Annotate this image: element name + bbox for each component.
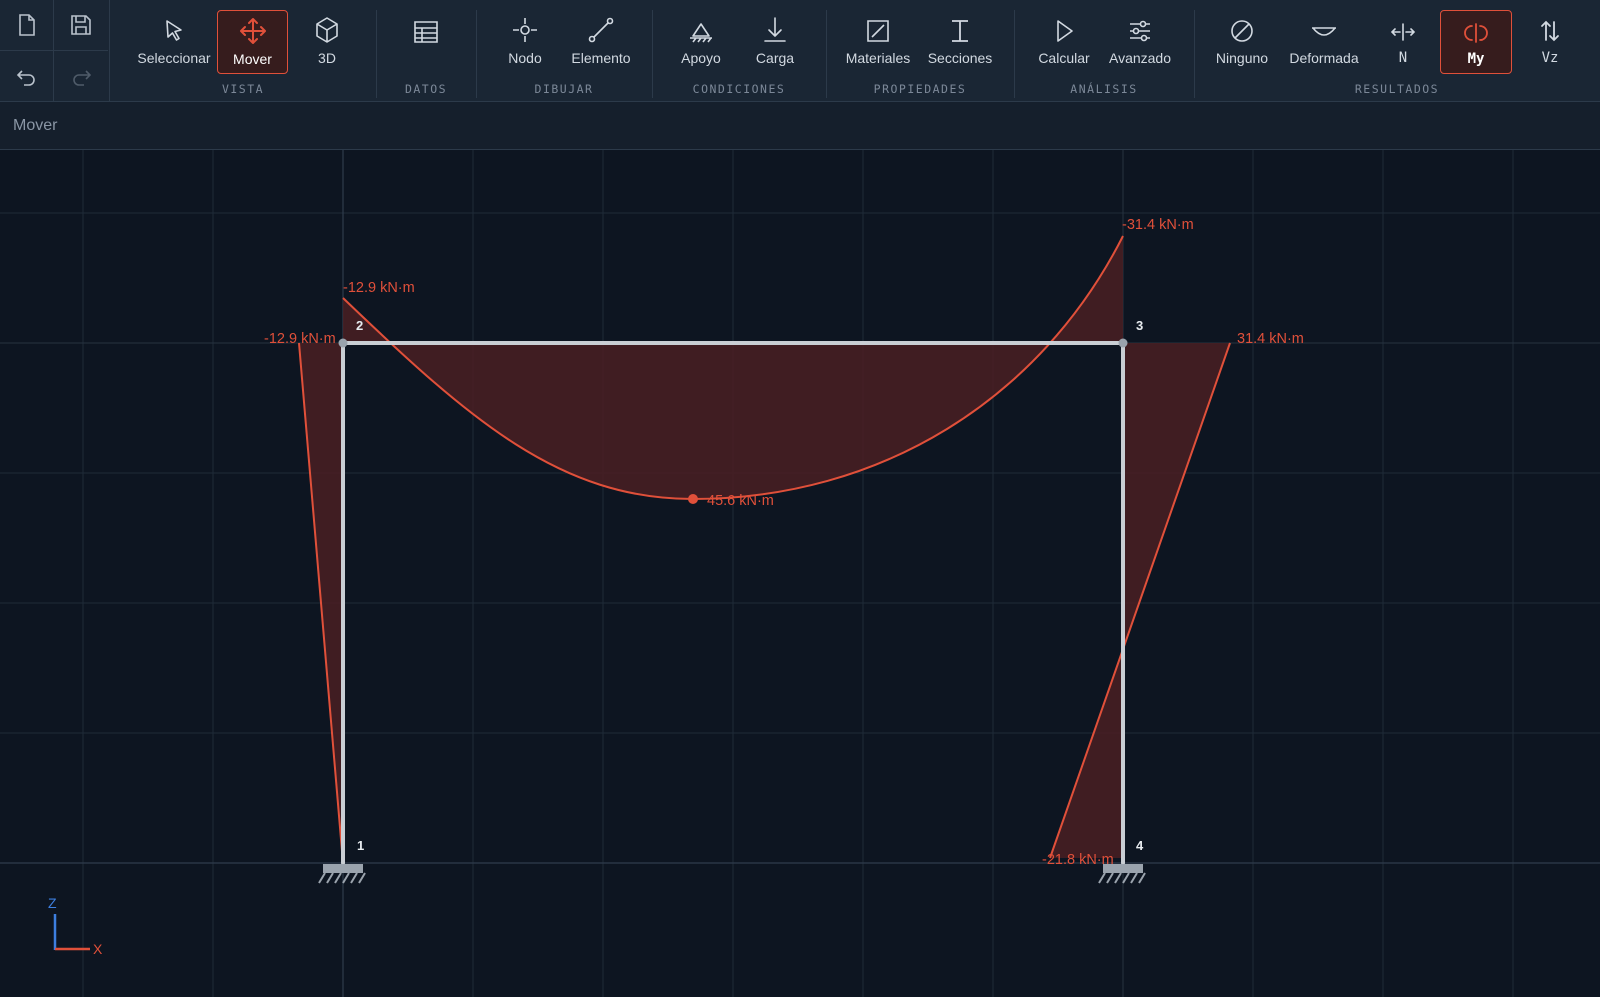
tool-datos[interactable]	[390, 10, 462, 74]
element-icon	[588, 17, 614, 43]
node-label-4: 4	[1136, 838, 1144, 853]
moment-label-beam-max: 45.6 kN·m	[707, 493, 774, 509]
deformed-icon	[1312, 27, 1336, 36]
node-3[interactable]	[1118, 338, 1128, 348]
axis-z-label: Z	[48, 895, 57, 911]
axial-arrows-icon	[1390, 23, 1416, 41]
toolbar: Seleccionar Mover 3D VISTA DATOS Nodo El…	[0, 0, 1600, 102]
tool-secciones[interactable]: Secciones	[922, 10, 998, 74]
tool-seleccionar-label: Seleccionar	[137, 50, 211, 66]
tool-secciones-label: Secciones	[927, 50, 993, 66]
undo-button[interactable]	[0, 51, 54, 102]
tool-seleccionar[interactable]: Seleccionar	[137, 10, 211, 74]
tool-ninguno[interactable]: Ninguno	[1206, 10, 1278, 74]
tool-materiales[interactable]: Materiales	[842, 10, 914, 74]
support-icon	[690, 23, 712, 43]
tool-3d-label: 3D	[318, 50, 336, 66]
tool-deformada-label: Deformada	[1289, 50, 1359, 66]
tool-moment-my[interactable]: My	[1440, 10, 1512, 74]
tool-deformada[interactable]: Deformada	[1284, 10, 1364, 74]
move-icon	[239, 18, 266, 44]
file-actions	[0, 0, 110, 102]
new-file-button[interactable]	[0, 0, 54, 51]
current-mode-text: Mover	[13, 117, 58, 134]
node-2[interactable]	[338, 338, 348, 348]
moment-diagram	[298, 235, 1231, 864]
table-icon	[414, 21, 438, 43]
group-datos-label: DATOS	[404, 82, 448, 96]
tool-ninguno-label: Ninguno	[1215, 50, 1269, 66]
fixed-support-left[interactable]	[318, 864, 366, 884]
load-arrow-icon	[764, 17, 786, 42]
section-i-icon	[952, 20, 968, 42]
moment-icon	[1464, 23, 1488, 43]
group-propiedades-label: PROPIEDADES	[873, 82, 967, 96]
moment-label-node3-top: -31.4 kN·m	[1122, 217, 1194, 233]
grid-axes	[0, 150, 1600, 997]
tool-moment-my-label: My	[1467, 51, 1485, 67]
tool-calcular-label: Calcular	[1038, 50, 1090, 66]
sliders-icon	[1130, 20, 1150, 42]
save-icon	[71, 15, 91, 35]
node-label-2: 2	[356, 318, 363, 333]
node-label-1: 1	[357, 838, 364, 853]
tool-calcular[interactable]: Calcular	[1028, 10, 1100, 74]
node-label-3: 3	[1136, 318, 1143, 333]
tool-nodo[interactable]: Nodo	[490, 10, 560, 74]
tool-apoyo[interactable]: Apoyo	[665, 10, 737, 74]
material-icon	[867, 20, 889, 42]
tool-apoyo-label: Apoyo	[681, 50, 721, 66]
tool-avanzado[interactable]: Avanzado	[1102, 10, 1178, 74]
moment-label-node2-top: -12.9 kN·m	[343, 280, 415, 296]
node-icon	[513, 18, 537, 42]
tool-avanzado-label: Avanzado	[1108, 50, 1171, 66]
tool-elemento-label: Elemento	[571, 50, 631, 66]
grid-major	[0, 150, 1600, 997]
none-icon	[1231, 20, 1253, 42]
tool-axial-n-label: N	[1398, 50, 1408, 66]
shear-arrows-icon	[1541, 20, 1559, 42]
axis-x-label: X	[93, 941, 103, 957]
axis-indicator: Z X	[48, 895, 103, 957]
group-resultados-label: RESULTADOS	[1354, 82, 1440, 96]
group-dibujar-label: DIBUJAR	[534, 82, 594, 96]
moment-label-node4-base: -21.8 kN·m	[1042, 852, 1114, 868]
tool-3d[interactable]: 3D	[291, 10, 363, 74]
status-bar: Mover	[0, 102, 1600, 150]
tool-shear-vz[interactable]: Vz	[1514, 10, 1586, 74]
tool-materiales-label: Materiales	[845, 50, 911, 66]
tool-carga[interactable]: Carga	[739, 10, 811, 74]
tool-nodo-label: Nodo	[508, 50, 542, 66]
cursor-icon	[166, 20, 182, 41]
moment-label-node2-left: -12.9 kN·m	[264, 331, 336, 347]
group-vista-label: VISTA	[221, 82, 265, 96]
play-icon	[1057, 20, 1073, 42]
tool-mover[interactable]: Mover	[217, 10, 288, 74]
file-icon	[18, 14, 35, 36]
tool-axial-n[interactable]: N	[1368, 10, 1438, 74]
max-moment-marker[interactable]	[688, 494, 698, 504]
group-analisis-label: ANÁLISIS	[1070, 82, 1138, 96]
structure-canvas[interactable]: 1 2 3 4 -12.9 kN·m -12.9 kN·m -31.4 kN·m…	[0, 150, 1600, 997]
redo-icon	[73, 69, 92, 86]
group-condiciones-label: CONDICIONES	[692, 82, 786, 96]
moment-label-node3-right: 31.4 kN·m	[1237, 331, 1304, 347]
undo-icon	[16, 69, 35, 86]
grid	[0, 150, 1600, 997]
tool-mover-label: Mover	[233, 51, 272, 67]
cube-icon	[316, 17, 338, 43]
tool-shear-vz-label: Vz	[1541, 50, 1559, 66]
redo-button[interactable]	[54, 51, 108, 102]
tool-carga-label: Carga	[755, 50, 795, 66]
save-button[interactable]	[54, 0, 108, 51]
tool-elemento[interactable]: Elemento	[563, 10, 639, 74]
